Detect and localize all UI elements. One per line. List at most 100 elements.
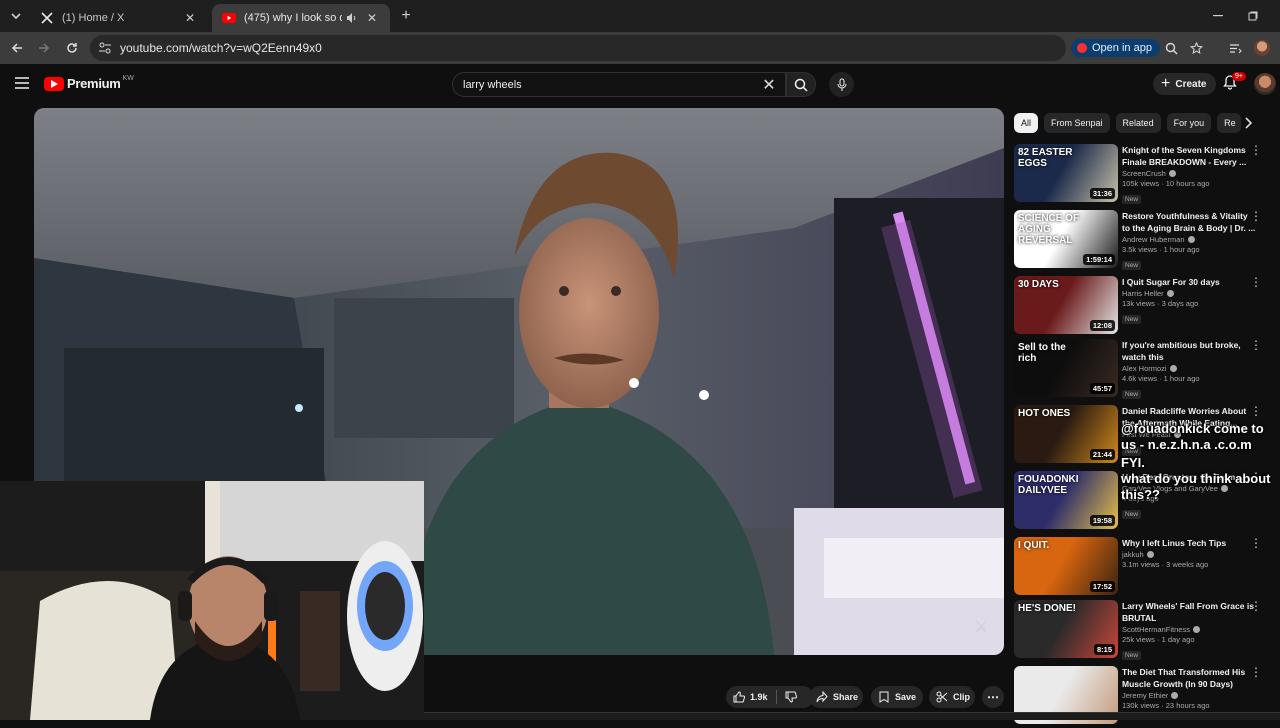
video-duration: 21:44 xyxy=(1089,449,1115,460)
reload-button[interactable] xyxy=(61,37,83,59)
back-button[interactable] xyxy=(6,37,28,59)
chip-from-senpai[interactable]: From Senpai xyxy=(1044,113,1110,133)
minimize-window-icon[interactable] xyxy=(1208,6,1228,26)
channel-name[interactable]: ScottHermanFitness xyxy=(1122,625,1258,634)
more-options-icon[interactable]: ⋮ xyxy=(1250,210,1262,226)
video-thumbnail[interactable]: 30 DAYS 12:08 xyxy=(1014,276,1118,334)
create-button[interactable]: + Create xyxy=(1153,73,1217,95)
reading-list-icon[interactable] xyxy=(1224,37,1246,59)
address-bar[interactable]: youtube.com/watch?v=wQ2Eenn49x0 xyxy=(90,35,1066,61)
thumbnail-text: HOT ONES xyxy=(1018,408,1071,419)
search-button[interactable] xyxy=(786,72,816,97)
create-label: Create xyxy=(1175,78,1207,90)
video-duration: 31:36 xyxy=(1089,188,1115,199)
video-thumbnail[interactable]: Sell to the rich 45:57 xyxy=(1014,339,1118,397)
video-thumbnail[interactable]: 82 EASTER EGGS 31:36 xyxy=(1014,144,1118,202)
video-title[interactable]: If you're ambitious but broke, watch thi… xyxy=(1122,339,1258,363)
notification-badge: 9+ xyxy=(1232,72,1246,81)
tab-youtube-video[interactable]: (475) why I look so differen ✕ xyxy=(212,4,390,32)
more-options-icon[interactable]: ⋮ xyxy=(1250,276,1262,292)
tab-search-button[interactable] xyxy=(6,6,26,26)
more-options-icon[interactable]: ⋮ xyxy=(1250,339,1262,355)
voice-search-button[interactable] xyxy=(829,72,854,97)
bookmark-star-icon[interactable] xyxy=(1185,37,1207,59)
clip-label: Clip xyxy=(953,692,970,702)
speaker-icon[interactable] xyxy=(346,12,358,24)
chip-all[interactable]: All xyxy=(1014,113,1039,133)
recommended-video[interactable]: SCIENCE OF AGING REVERSAL 1:59:14 Restore … xyxy=(1014,210,1276,272)
chip-related[interactable]: Related xyxy=(1115,113,1161,133)
more-options-icon[interactable]: ⋮ xyxy=(1250,537,1262,553)
channel-name-text: Alex Hormozi xyxy=(1122,364,1167,373)
video-meta: 25k views · 1 day ago xyxy=(1122,635,1195,644)
video-meta: 105k views · 10 hours ago xyxy=(1122,179,1210,188)
video-thumbnail[interactable]: FOUADONKI DAILYVEE 19:58 xyxy=(1014,471,1118,529)
channel-name[interactable]: Jeremy Ethier xyxy=(1122,691,1258,700)
notifications-button[interactable]: 9+ xyxy=(1222,72,1246,94)
tab-title: (475) why I look so differen xyxy=(244,12,342,24)
video-thumbnail[interactable]: I QUIT. 17:52 xyxy=(1014,537,1118,595)
search-input[interactable]: larry wheels ✕ xyxy=(452,72,786,97)
close-tab-icon[interactable]: ✕ xyxy=(182,10,198,26)
video-thumbnail[interactable]: HE'S DONE! 8:15 xyxy=(1014,600,1118,658)
chevron-right-icon[interactable] xyxy=(1238,113,1258,133)
channel-name[interactable]: Harris Heller xyxy=(1122,289,1258,298)
video-title[interactable]: I Quit Sugar For 30 days xyxy=(1122,276,1258,288)
like-count[interactable]: 1.9k xyxy=(750,692,768,702)
channel-name-text: Jeremy Ethier xyxy=(1122,691,1169,700)
new-badge: New xyxy=(1122,195,1142,204)
close-tab-icon[interactable]: ✕ xyxy=(364,10,380,26)
thumbs-up-icon[interactable] xyxy=(733,691,745,703)
video-title[interactable]: The Diet That Transformed His Muscle Gro… xyxy=(1122,666,1258,690)
channel-name[interactable]: Alex Hormozi xyxy=(1122,364,1258,373)
recommended-video[interactable]: I QUIT. 17:52 Why I left Linus Tech Tips ja… xyxy=(1014,537,1276,599)
youtube-premium-logo[interactable]: Premium KW xyxy=(44,75,134,91)
site-settings-icon[interactable] xyxy=(98,41,112,55)
recommended-video[interactable]: Sell to the rich 45:57 If you're ambitious… xyxy=(1014,339,1276,401)
share-label: Share xyxy=(833,692,859,702)
thumbs-down-icon[interactable] xyxy=(785,691,797,703)
like-dislike-group: 1.9k xyxy=(726,686,814,708)
tab-x-home[interactable]: (1) Home / X ✕ xyxy=(30,4,208,32)
video-thumbnail[interactable]: SCIENCE OF AGING REVERSAL 1:59:14 xyxy=(1014,210,1118,268)
new-badge: New xyxy=(1122,315,1142,324)
more-options-icon[interactable]: ⋮ xyxy=(1250,144,1262,160)
video-duration: 45:57 xyxy=(1089,383,1115,394)
restore-window-icon[interactable] xyxy=(1243,6,1263,26)
hamburger-menu-icon[interactable] xyxy=(15,77,29,89)
clip-button[interactable]: Clip xyxy=(929,686,975,708)
channel-name[interactable]: Andrew Huberman xyxy=(1122,235,1258,244)
more-options-icon[interactable]: ⋮ xyxy=(1250,600,1262,616)
thumbnail-text: Sell to the rich xyxy=(1018,342,1066,364)
video-title[interactable]: Larry Wheels' Fall From Grace is BRUTAL xyxy=(1122,600,1258,624)
share-button[interactable]: Share xyxy=(809,686,863,708)
video-duration: 12:08 xyxy=(1089,320,1115,331)
video-title[interactable]: Restore Youthfulness & Vitality to the A… xyxy=(1122,210,1258,234)
video-title[interactable]: Why I left Linus Tech Tips xyxy=(1122,537,1258,549)
channel-watermark-icon[interactable]: ⚔ xyxy=(974,617,996,636)
scissors-icon xyxy=(936,691,948,703)
more-options-icon[interactable]: ⋮ xyxy=(1250,405,1262,421)
account-avatar[interactable] xyxy=(1254,73,1276,95)
zoom-icon[interactable] xyxy=(1160,37,1182,59)
more-actions-button[interactable]: ⋯ xyxy=(982,686,1004,708)
youtube-icon xyxy=(222,11,236,25)
new-tab-button[interactable]: + xyxy=(396,6,416,26)
new-badge: New xyxy=(1122,261,1142,270)
video-thumbnail[interactable]: HOT ONES 21:44 xyxy=(1014,405,1118,463)
forward-button[interactable] xyxy=(33,37,55,59)
open-in-app-button[interactable]: Open in app xyxy=(1071,39,1160,57)
profile-avatar[interactable] xyxy=(1251,37,1273,59)
clear-search-icon[interactable]: ✕ xyxy=(759,75,779,95)
video-title[interactable]: Knight of the Seven Kingdoms Finale BREA… xyxy=(1122,144,1258,168)
chip-for-you[interactable]: For you xyxy=(1166,113,1212,133)
recommended-video[interactable]: HE'S DONE! 8:15 Larry Wheels' Fall From Gr… xyxy=(1014,600,1276,662)
save-button[interactable]: Save xyxy=(871,686,923,708)
video-info: Knight of the Seven Kingdoms Finale BREA… xyxy=(1122,144,1258,206)
recommended-video[interactable]: 30 DAYS 12:08 I Quit Sugar For 30 days Harr… xyxy=(1014,276,1276,338)
channel-name[interactable]: jakkuh xyxy=(1122,550,1258,559)
channel-name[interactable]: ScreenCrush xyxy=(1122,169,1258,178)
more-options-icon[interactable]: ⋮ xyxy=(1250,666,1262,682)
recommended-video[interactable]: 82 EASTER EGGS 31:36 Knight of the Seven K… xyxy=(1014,144,1276,206)
webcam-overlay xyxy=(0,481,424,720)
